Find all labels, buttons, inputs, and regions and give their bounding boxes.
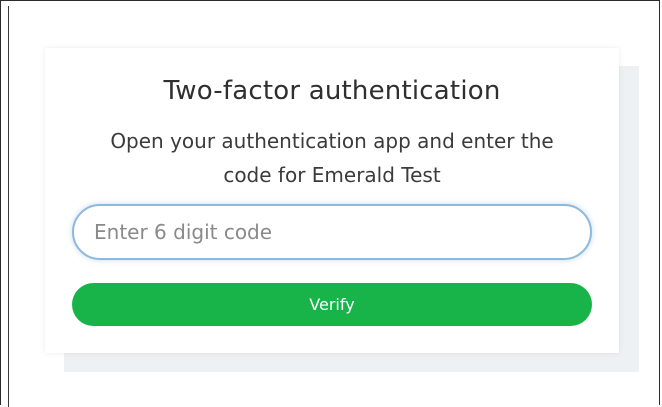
window-divider — [8, 6, 9, 407]
verification-code-input[interactable] — [72, 204, 592, 260]
dialog-title: Two-factor authentication — [163, 76, 501, 106]
verify-button[interactable]: Verify — [72, 283, 592, 326]
two-factor-card: Two-factor authentication Open your auth… — [45, 48, 619, 353]
dialog-subtitle: Open your authentication app and enter t… — [110, 129, 554, 187]
